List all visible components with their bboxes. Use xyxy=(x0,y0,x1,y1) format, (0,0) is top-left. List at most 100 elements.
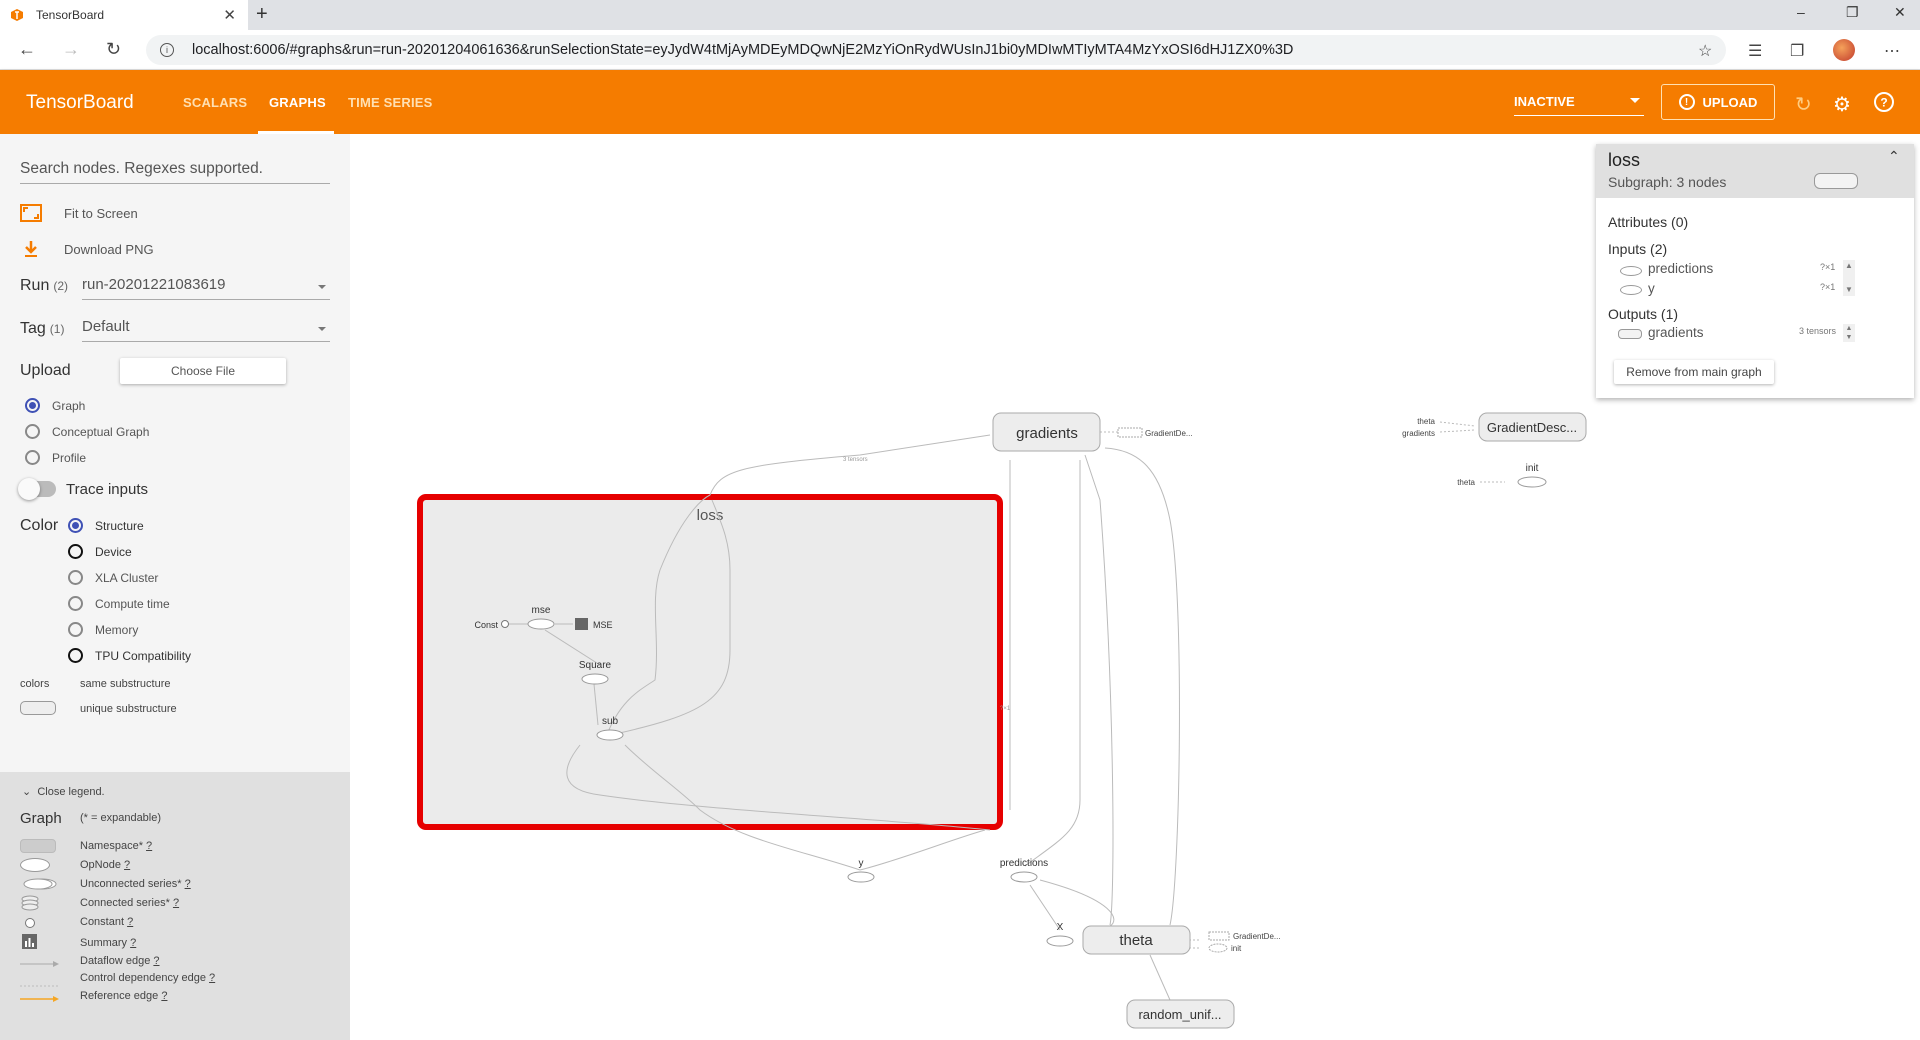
theta-aux-label-1: GradientDe... xyxy=(1233,932,1281,941)
radio-indicator xyxy=(25,424,40,439)
color-xla-cluster-radio[interactable]: XLA Cluster xyxy=(68,570,158,585)
summary-help-link[interactable]: ? xyxy=(130,937,136,949)
plugin-select-dropdown[interactable]: INACTIVE xyxy=(1514,94,1644,116)
chevron-down-icon: ⌄ xyxy=(22,786,32,798)
color-tpu-compatibility-radio[interactable]: TPU Compatibility xyxy=(68,648,191,663)
chevron-down-icon xyxy=(318,285,326,289)
x-node[interactable] xyxy=(1046,935,1074,947)
inputs-scrollbar[interactable]: ▲ ▼ xyxy=(1843,260,1855,296)
const-node[interactable] xyxy=(501,620,509,628)
more-menu-icon[interactable]: ⋯ xyxy=(1884,41,1900,61)
init-node[interactable] xyxy=(1517,476,1547,488)
upload-button[interactable]: ! UPLOAD xyxy=(1661,84,1775,120)
outputs-scrollbar[interactable]: ▲ ▼ xyxy=(1843,324,1855,342)
edge-x-to-predictions xyxy=(1029,884,1061,931)
random-uniform-label: random_unif... xyxy=(1138,1007,1221,1022)
input-y-dims: ?×1 xyxy=(1820,282,1836,292)
connected-help-link[interactable]: ? xyxy=(173,897,179,909)
fit-to-screen-button[interactable]: Fit to Screen xyxy=(20,204,138,222)
restore-window-button[interactable]: ❐ xyxy=(1846,4,1859,21)
minimize-window-button[interactable]: – xyxy=(1797,4,1805,20)
radio-label: Graph xyxy=(52,398,86,413)
legend-graph-title: Graph xyxy=(20,810,62,827)
download-png-button[interactable]: Download PNG xyxy=(20,240,154,258)
forward-arrow-icon[interactable]: → xyxy=(62,39,80,60)
tensorboard-toolbar: TensorBoard SCALARS GRAPHS TIME SERIES I… xyxy=(0,70,1920,134)
svg-text:?: ? xyxy=(1880,96,1887,110)
choose-file-button[interactable]: Choose File xyxy=(120,358,286,384)
color-device-radio[interactable]: Device xyxy=(68,544,132,559)
unconnected-help-link[interactable]: ? xyxy=(185,878,191,890)
close-tab-icon[interactable]: ✕ xyxy=(223,6,236,24)
radio-label: Memory xyxy=(95,622,139,637)
radio-indicator xyxy=(68,544,83,559)
edge-x-to-gradients xyxy=(1084,454,1114,926)
color-memory-radio[interactable]: Memory xyxy=(68,622,138,637)
legend-item-dataflow-edge: Dataflow edge ? xyxy=(80,955,160,967)
tag-select[interactable]: Default xyxy=(82,318,330,342)
color-compute-time-radio[interactable]: Compute time xyxy=(68,596,170,611)
legend-expandable-note: (* = expandable) xyxy=(80,812,162,824)
collections-icon[interactable]: ❐ xyxy=(1790,41,1804,61)
browser-address-bar: ← → ↻ i localhost:6006/#graphs&run=run-2… xyxy=(0,30,1920,70)
control-help-link[interactable]: ? xyxy=(209,972,215,984)
tab-graphs[interactable]: GRAPHS xyxy=(269,95,326,110)
browser-tab[interactable]: TensorBoard ✕ xyxy=(0,0,248,30)
tensorboard-brand[interactable]: TensorBoard xyxy=(26,92,134,114)
close-window-button[interactable]: ✕ xyxy=(1894,4,1906,21)
graph-type-graph-radio[interactable]: Graph xyxy=(25,398,85,413)
close-legend-button[interactable]: ⌄ Close legend. xyxy=(22,785,105,798)
tab-scalars[interactable]: SCALARS xyxy=(183,95,247,110)
trace-inputs-toggle[interactable] xyxy=(18,478,56,500)
color-structure-radio[interactable]: Structure xyxy=(68,518,144,533)
input-predictions[interactable]: predictions xyxy=(1648,261,1713,276)
opnode-help-link[interactable]: ? xyxy=(124,859,130,871)
tab-time-series[interactable]: TIME SERIES xyxy=(348,95,433,110)
predictions-node[interactable] xyxy=(1010,871,1038,883)
node-search-input[interactable]: Search nodes. Regexes supported. xyxy=(20,160,330,184)
reference-help-link[interactable]: ? xyxy=(161,990,167,1002)
input-y[interactable]: y xyxy=(1648,281,1655,296)
site-info-icon[interactable]: i xyxy=(160,43,174,57)
mse-node[interactable] xyxy=(527,618,555,630)
radio-indicator xyxy=(25,398,40,413)
graph-type-profile-radio[interactable]: Profile xyxy=(25,450,86,465)
mse-summary-icon[interactable] xyxy=(575,618,588,630)
dataflow-help-link[interactable]: ? xyxy=(153,955,159,967)
favorites-icon[interactable]: ☰ xyxy=(1748,41,1762,61)
gradient-descent-label: GradientDesc... xyxy=(1487,420,1577,435)
loss-namespace-box[interactable] xyxy=(420,497,1000,827)
help-icon[interactable]: ? xyxy=(1873,91,1895,119)
remove-from-main-graph-button[interactable]: Remove from main graph xyxy=(1614,360,1774,384)
outputs-heading: Outputs (1) xyxy=(1608,306,1679,322)
radio-label: Compute time xyxy=(95,596,170,611)
info-card-subtitle: Subgraph: 3 nodes xyxy=(1608,174,1727,190)
new-tab-button[interactable]: + xyxy=(256,3,268,26)
reload-icon[interactable]: ↻ xyxy=(106,39,121,60)
output-gradients[interactable]: gradients xyxy=(1648,325,1704,340)
edge-predictions-to-gradients xyxy=(1024,460,1081,867)
y-node[interactable] xyxy=(847,871,875,883)
url-field[interactable]: i localhost:6006/#graphs&run=run-2020120… xyxy=(146,35,1726,65)
sub-node[interactable] xyxy=(596,729,624,741)
constant-help-link[interactable]: ? xyxy=(127,916,133,928)
dataflow-edge-legend-icon xyxy=(20,956,60,967)
profile-avatar[interactable] xyxy=(1833,39,1855,61)
graph-type-conceptual-radio[interactable]: Conceptual Graph xyxy=(25,424,149,439)
tag-field-label: Tag (1) xyxy=(20,320,64,338)
namespace-help-link[interactable]: ? xyxy=(146,840,152,852)
bookmark-star-icon[interactable]: ☆ xyxy=(1698,41,1712,61)
radio-indicator xyxy=(68,518,83,533)
square-node[interactable] xyxy=(581,673,609,685)
radio-label: Conceptual Graph xyxy=(52,424,150,439)
reload-data-icon[interactable]: ↻ xyxy=(1795,92,1812,117)
reference-edge-legend-icon xyxy=(20,991,60,1002)
theta-aux-port-1 xyxy=(1208,931,1230,941)
run-select[interactable]: run-20201221083619 xyxy=(82,276,330,300)
collapse-chevron-icon[interactable]: ⌃ xyxy=(1888,148,1900,165)
settings-gear-icon[interactable]: ⚙ xyxy=(1833,92,1851,117)
back-arrow-icon[interactable]: ← xyxy=(18,39,36,60)
browser-tab-strip: TensorBoard ✕ + – ❐ ✕ xyxy=(0,0,1920,30)
graph-controls-sidebar: Search nodes. Regexes supported. Fit to … xyxy=(0,134,350,1040)
loss-namespace-label: loss xyxy=(697,507,724,524)
